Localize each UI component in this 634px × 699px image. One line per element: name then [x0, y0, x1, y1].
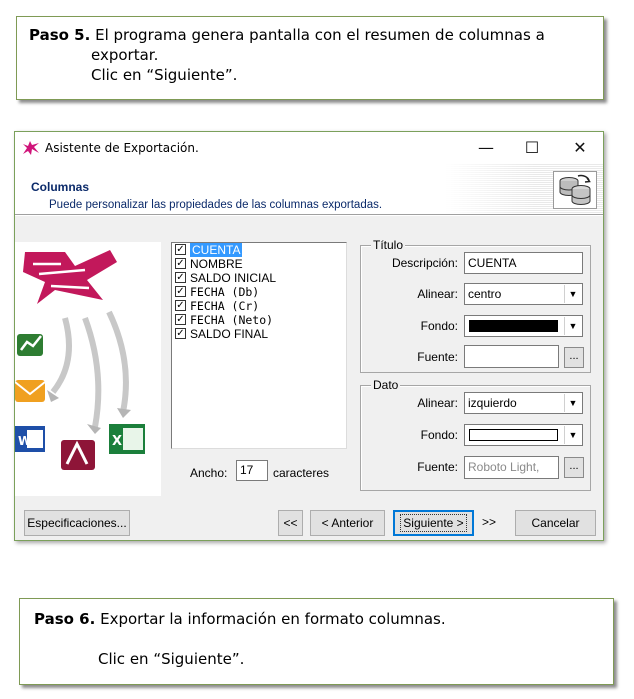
step6-line1: Paso 6. Exportar la información en forma…	[34, 609, 613, 629]
list-item[interactable]: ✓ FECHA (Cr)	[172, 299, 346, 313]
titulo-alinear-label: Alinear:	[417, 287, 458, 301]
chevron-down-icon: ▼	[564, 285, 581, 303]
dato-legend: Dato	[371, 378, 401, 392]
list-item-label: FECHA (Cr)	[190, 299, 260, 313]
checkbox-icon[interactable]: ✓	[175, 300, 186, 311]
list-item[interactable]: ✓ SALDO FINAL	[172, 327, 346, 341]
titulo-alinear-value: centro	[468, 287, 502, 301]
first-page-button[interactable]: <<	[278, 510, 303, 536]
maximize-button[interactable]: ☐	[509, 132, 555, 164]
dato-fondo-swatch	[469, 429, 558, 441]
titulo-fuente-input[interactable]	[464, 345, 559, 368]
checkbox-icon[interactable]: ✓	[175, 272, 186, 283]
dato-fondo-select[interactable]: ▼	[464, 424, 583, 446]
descripcion-label: Descripción:	[391, 256, 458, 270]
dato-fuente-input[interactable]: Roboto Light,	[464, 456, 559, 479]
close-button[interactable]: ✕	[557, 132, 603, 164]
wizard-header: Columnas Puede personalizar las propieda…	[15, 164, 603, 214]
list-item-label: SALDO FINAL	[190, 327, 269, 341]
title-bar[interactable]: Asistente de Exportación. — ☐ ✕	[15, 132, 603, 164]
header-subtitle: Puede personalizar las propiedades de la…	[49, 199, 383, 211]
step5-label: Paso 5.	[29, 26, 91, 44]
list-item[interactable]: ✓ CUENTA	[172, 243, 346, 257]
chevron-down-icon: ▼	[564, 317, 581, 335]
step6-line2: Clic en “Siguiente”.	[98, 650, 245, 668]
anterior-button[interactable]: < Anterior	[310, 510, 385, 536]
cancelar-button[interactable]: Cancelar	[515, 510, 596, 536]
header-title: Columnas	[31, 180, 90, 194]
descripcion-input[interactable]: CUENTA	[464, 252, 583, 274]
titulo-fondo-select[interactable]: ▼	[464, 315, 583, 337]
ancho-label: Ancho:	[190, 466, 228, 480]
titulo-legend: Título	[371, 238, 406, 252]
step5-line2: exportar.	[91, 46, 159, 64]
list-item[interactable]: ✓ NOMBRE	[172, 257, 346, 271]
last-page-button[interactable]: >>	[477, 510, 501, 536]
list-item[interactable]: ✓ FECHA (Db)	[172, 285, 346, 299]
header-fade	[445, 164, 535, 214]
step6-label: Paso 6.	[34, 610, 96, 628]
ancho-units-label: caracteres	[273, 466, 330, 480]
titulo-fuente-ellipsis-button[interactable]: ...	[564, 347, 584, 368]
step5-text: El programa genera pantalla con el resum…	[95, 26, 545, 44]
dato-fondo-label: Fondo:	[420, 428, 458, 442]
step6-text: Exportar la información en formato colum…	[100, 610, 446, 628]
step5-line3: Clic en “Siguiente”.	[91, 66, 238, 84]
list-item[interactable]: ✓ SALDO INICIAL	[172, 271, 346, 285]
titulo-group: Título Descripción: CUENTA Alinear: cent…	[360, 238, 591, 373]
dato-group: Dato Alinear: izquierdo ▼ Fondo: ▼ Fuent…	[360, 378, 591, 491]
window-title: Asistente de Exportación.	[45, 141, 199, 155]
titulo-fondo-swatch	[469, 320, 558, 332]
dato-alinear-select[interactable]: izquierdo ▼	[464, 392, 583, 414]
step5-callout: Paso 5. El programa genera pantalla con …	[16, 16, 604, 100]
dato-fuente-label: Fuente:	[417, 460, 458, 474]
titulo-alinear-select[interactable]: centro ▼	[464, 283, 583, 305]
dato-fuente-ellipsis-button[interactable]: ...	[564, 457, 584, 478]
export-wizard-dialog: Asistente de Exportación. — ☐ ✕ Columnas…	[14, 131, 604, 541]
list-item-label: FECHA (Neto)	[190, 313, 274, 327]
header-divider	[15, 214, 603, 216]
svg-text:W: W	[18, 434, 31, 448]
columns-list[interactable]: ✓ CUENTA ✓ NOMBRE ✓ SALDO INICIAL ✓ FECHA (Db) ✓…	[171, 242, 347, 449]
step6-callout: Paso 6. Exportar la información en forma…	[19, 598, 614, 685]
checkbox-icon[interactable]: ✓	[175, 328, 186, 339]
especificaciones-button[interactable]: Especificaciones...	[24, 510, 130, 536]
app-logo-icon	[22, 141, 40, 157]
checkbox-icon[interactable]: ✓	[175, 244, 186, 255]
checkbox-icon[interactable]: ✓	[175, 258, 186, 269]
step5-line1: Paso 5. El programa genera pantalla con …	[29, 25, 603, 45]
titulo-fondo-label: Fondo:	[420, 319, 458, 333]
minimize-button[interactable]: —	[463, 132, 509, 164]
dato-alinear-value: izquierdo	[468, 396, 517, 410]
ancho-input[interactable]: 17	[236, 460, 268, 481]
checkbox-icon[interactable]: ✓	[175, 314, 186, 325]
titulo-fuente-label: Fuente:	[417, 350, 458, 364]
siguiente-button[interactable]: Siguiente >	[393, 510, 474, 536]
svg-text:X: X	[112, 434, 122, 449]
export-illustration: W X	[15, 242, 161, 496]
siguiente-label: Siguiente >	[400, 514, 467, 532]
dato-alinear-label: Alinear:	[417, 396, 458, 410]
chevron-down-icon: ▼	[564, 426, 581, 444]
list-item[interactable]: ✓ FECHA (Neto)	[172, 313, 346, 327]
chevron-down-icon: ▼	[564, 394, 581, 412]
checkbox-icon[interactable]: ✓	[175, 286, 186, 297]
database-export-icon	[553, 171, 597, 209]
list-item-label: SALDO INICIAL	[190, 271, 277, 285]
list-item-label: FECHA (Db)	[190, 285, 260, 299]
list-item-label: CUENTA	[190, 243, 243, 257]
list-item-label: NOMBRE	[190, 257, 243, 271]
